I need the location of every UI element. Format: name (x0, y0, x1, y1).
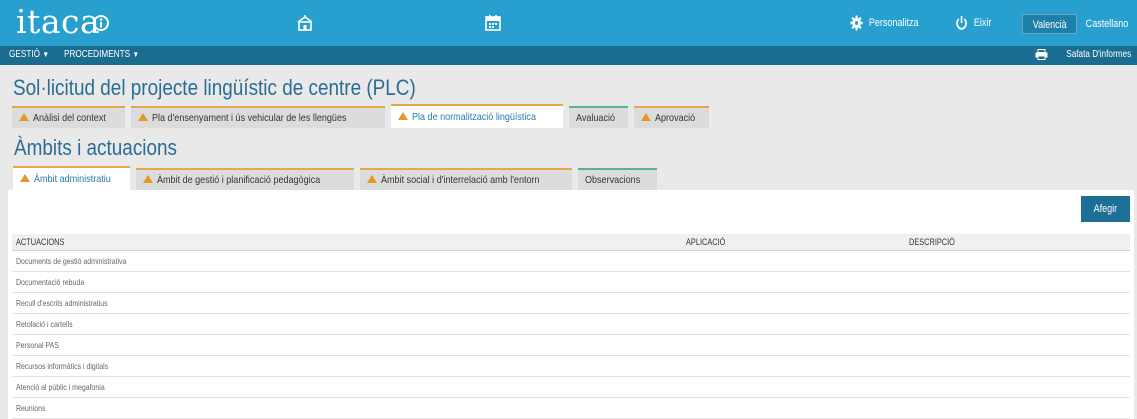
afegir-label: Afegir (1093, 203, 1118, 215)
eixir-label: Eixir (973, 17, 992, 29)
warning-icon (143, 175, 154, 183)
gear-icon (850, 15, 863, 31)
actuacio-cell: Atenció al públic i megafonia (16, 382, 105, 392)
sub-tabs: Àmbit administratiu Àmbit de gestió i pl… (13, 166, 663, 190)
chevron-down-icon: ▼ (132, 50, 140, 59)
column-header-descripcio[interactable]: DESCRIPCIÓ (909, 237, 955, 247)
tab-pla-ensenyament[interactable]: Pla d'ensenyament i ús vehicular de les … (130, 106, 385, 128)
menu-gestio-label: GESTIÓ (9, 49, 40, 60)
lang-valencia[interactable]: Valencià (1022, 14, 1078, 34)
lang-castellano[interactable]: Castellano (1075, 14, 1137, 34)
tab-observacions[interactable]: Observacions (578, 168, 657, 190)
calendar-icon[interactable] (484, 14, 502, 32)
lang-valencia-label: Valencià (1032, 19, 1067, 31)
section-title: Àmbits i actuacions (14, 135, 177, 160)
tab-ambit-social[interactable]: Àmbit social i d'interrelació amb l'ento… (359, 168, 573, 190)
tab-ambit-gestio-planificacio[interactable]: Àmbit de gestió i planificació pedagògic… (136, 168, 354, 190)
printer-icon (1035, 49, 1048, 60)
actuacions-table: ACTUACIONS APLICACIÓ DESCRIPCIÓ Document… (12, 234, 1130, 419)
warning-icon (641, 113, 652, 121)
actuacio-cell: Documentació rebuda (16, 277, 85, 287)
tab-label: Aprovació (655, 112, 696, 124)
main-content: Sol·licitud del projecte lingüístic de c… (0, 65, 1137, 419)
table-row[interactable]: Atenció al públic i megafonia (12, 377, 1130, 398)
tab-analisi-context[interactable]: Anàlisi del context (12, 106, 125, 128)
warning-icon (20, 174, 30, 182)
page-title: Sol·licitud del projecte lingüístic de c… (13, 75, 416, 100)
table-row[interactable]: Documentació rebuda (12, 272, 1130, 293)
personalitza-button[interactable]: Personalitza (850, 14, 919, 32)
nav-bar: GESTIÓ ▼ PROCEDIMENTS ▼ Safata D'informes (0, 46, 1137, 65)
actuacions-panel: Afegir ACTUACIONS APLICACIÓ DESCRIPCIÓ D… (8, 190, 1134, 419)
tab-aprovacio[interactable]: Aprovació (634, 106, 709, 128)
lang-castellano-label: Castellano (1085, 18, 1129, 30)
menu-procediments-label: PROCEDIMENTS (64, 49, 131, 60)
warning-icon (137, 113, 148, 121)
tab-label: Àmbit de gestió i planificació pedagògic… (157, 174, 321, 186)
tab-avaluacio[interactable]: Avaluació (568, 106, 629, 128)
power-icon (956, 16, 967, 30)
tab-label: Pla d'ensenyament i ús vehicular de les … (151, 112, 347, 124)
table-row[interactable]: Documents de gestió administrativa (12, 251, 1130, 272)
school-icon[interactable] (296, 14, 314, 32)
actuacio-cell: Retolació i cartells (16, 319, 73, 329)
tab-pla-normalitzacio[interactable]: Pla de normalització lingüística (390, 104, 563, 128)
table-header: ACTUACIONS APLICACIÓ DESCRIPCIÓ (12, 234, 1130, 251)
tab-ambit-administratiu[interactable]: Àmbit administratiu (13, 166, 131, 190)
safata-informes-link[interactable]: Safata D'informes (1035, 49, 1131, 60)
itaca-logo[interactable]: itaca (16, 3, 100, 41)
table-row[interactable]: Personal PAS (12, 335, 1130, 356)
warning-icon (366, 175, 377, 183)
column-header-actuacions[interactable]: ACTUACIONS (16, 237, 64, 247)
table-row[interactable]: Reunions (12, 398, 1130, 419)
menu-gestio[interactable]: GESTIÓ ▼ (9, 49, 49, 60)
actuacio-cell: Reunions (16, 403, 46, 413)
tab-label: Anàlisi del context (33, 112, 106, 124)
menu-procediments[interactable]: PROCEDIMENTS ▼ (64, 49, 139, 60)
eixir-button[interactable]: Eixir (955, 14, 991, 32)
table-row[interactable]: Recull d'escrits administratius (12, 293, 1130, 314)
actuacio-cell: Recursos informàtics i digitals (16, 361, 109, 371)
chevron-down-icon: ▼ (42, 50, 49, 59)
actuacio-cell: Documents de gestió administrativa (16, 256, 127, 266)
table-row[interactable]: Recursos informàtics i digitals (12, 356, 1130, 377)
tab-label: Àmbit administratiu (34, 173, 111, 185)
main-tabs: Anàlisi del context Pla d'ensenyament i … (12, 104, 715, 128)
table-row[interactable]: Retolació i cartells (12, 314, 1130, 335)
info-icon[interactable] (92, 14, 110, 32)
tab-label: Observacions (585, 174, 641, 186)
warning-icon (19, 113, 29, 121)
afegir-button[interactable]: Afegir (1081, 196, 1130, 222)
personalitza-label: Personalitza (868, 17, 919, 29)
warning-icon (397, 112, 408, 120)
top-bar: itaca Personalitza Eixir Valencià Castel… (0, 0, 1137, 46)
tab-label: Avaluació (575, 112, 615, 124)
tab-label: Pla de normalització lingüística (411, 111, 536, 123)
actuacio-cell: Recull d'escrits administratius (16, 298, 108, 308)
column-header-aplicacio[interactable]: APLICACIÓ (686, 237, 725, 247)
actuacio-cell: Personal PAS (16, 340, 59, 350)
tab-label: Àmbit social i d'interrelació amb l'ento… (380, 174, 540, 186)
safata-informes-label: Safata D'informes (1066, 49, 1131, 60)
